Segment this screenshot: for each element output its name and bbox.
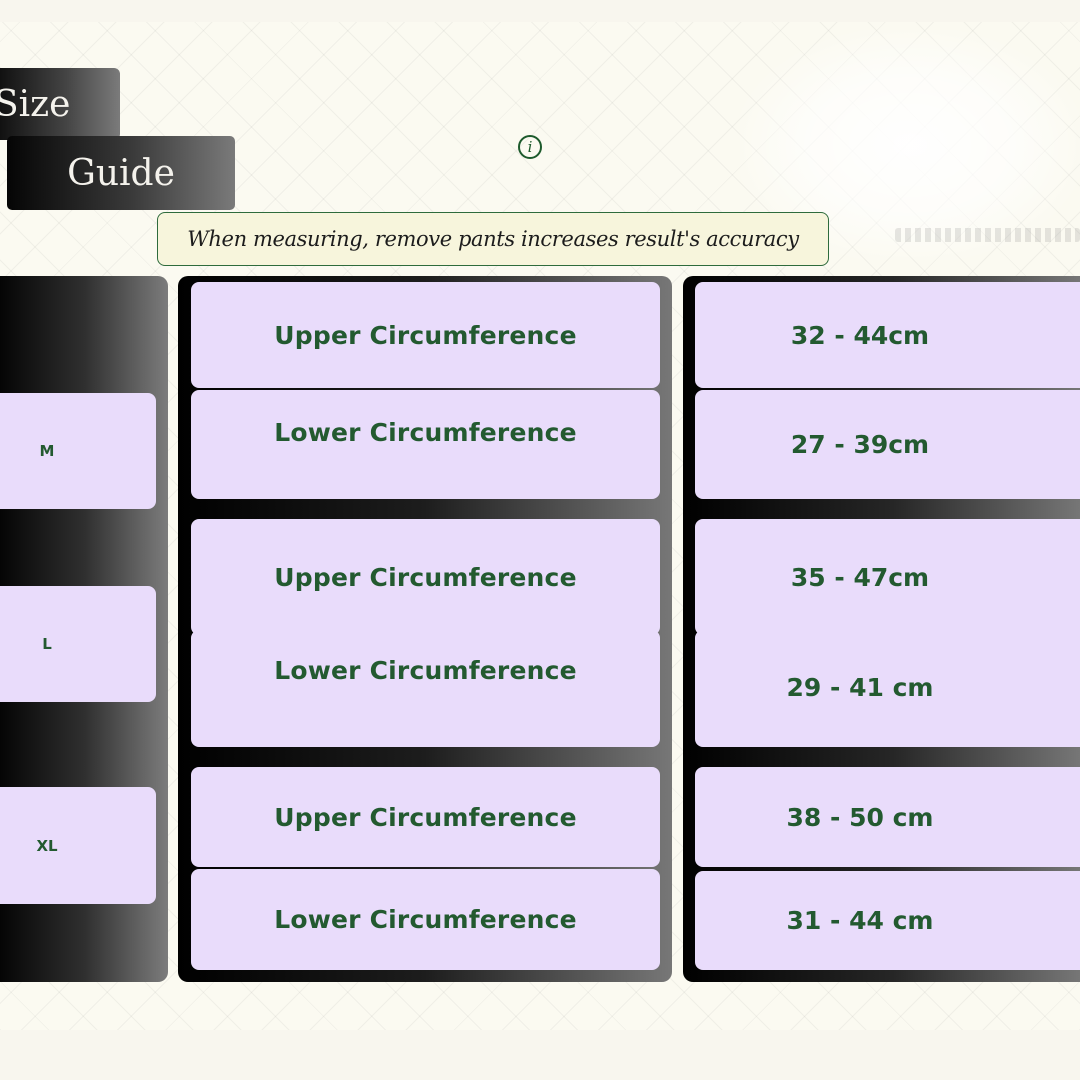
size-label: XL: [36, 836, 58, 855]
lower-circumference-label-xl: Lower Circumference: [191, 869, 660, 970]
lower-circumference-label-m: Lower Circumference: [191, 390, 660, 499]
size-label: L: [42, 635, 52, 653]
title-size-box: Size: [0, 68, 120, 140]
title-line-2: Guide: [67, 152, 175, 194]
size-label: M: [39, 442, 55, 460]
measurement-label: Lower Circumference: [274, 418, 577, 447]
lower-value-m: 27 - 39cm: [695, 390, 1080, 499]
measurement-label: Upper Circumference: [274, 320, 577, 350]
title-guide-box: Guide: [7, 136, 235, 210]
upper-circumference-label-l: Upper Circumference: [191, 519, 660, 635]
measurement-label: Upper Circumference: [274, 562, 577, 592]
measurement-label: Lower Circumference: [274, 905, 577, 934]
measurement-label: Upper Circumference: [274, 802, 577, 832]
upper-value-m: 32 - 44cm: [695, 282, 1080, 388]
info-icon[interactable]: i: [518, 135, 542, 159]
measurement-value: 31 - 44 cm: [786, 906, 934, 935]
size-cell-m: M: [0, 393, 156, 509]
upper-value-l: 35 - 47cm: [695, 519, 1080, 635]
measurement-label: Lower Circumference: [274, 656, 577, 685]
info-icon-glyph: i: [527, 138, 533, 156]
lower-value-xl: 31 - 44 cm: [695, 871, 1080, 970]
faded-text: [895, 228, 1080, 242]
size-cell-xl: XL: [0, 787, 156, 904]
measuring-note: When measuring, remove pants increases r…: [157, 212, 829, 266]
measurement-value: 27 - 39cm: [790, 430, 930, 459]
lower-circumference-label-l: Lower Circumference: [191, 630, 660, 747]
measurement-value: 32 - 44cm: [790, 320, 930, 350]
upper-value-xl: 38 - 50 cm: [695, 767, 1080, 867]
title-line-1: Size: [0, 83, 71, 125]
upper-circumference-label-m: Upper Circumference: [191, 282, 660, 388]
measurement-value: 38 - 50 cm: [786, 802, 934, 832]
measuring-note-text: When measuring, remove pants increases r…: [187, 227, 799, 251]
measurement-value: 35 - 47cm: [790, 562, 930, 592]
upper-circumference-label-xl: Upper Circumference: [191, 767, 660, 867]
measurement-value: 29 - 41 cm: [786, 673, 934, 702]
lower-value-l: 29 - 41 cm: [695, 630, 1080, 747]
size-cell-l: L: [0, 586, 156, 702]
